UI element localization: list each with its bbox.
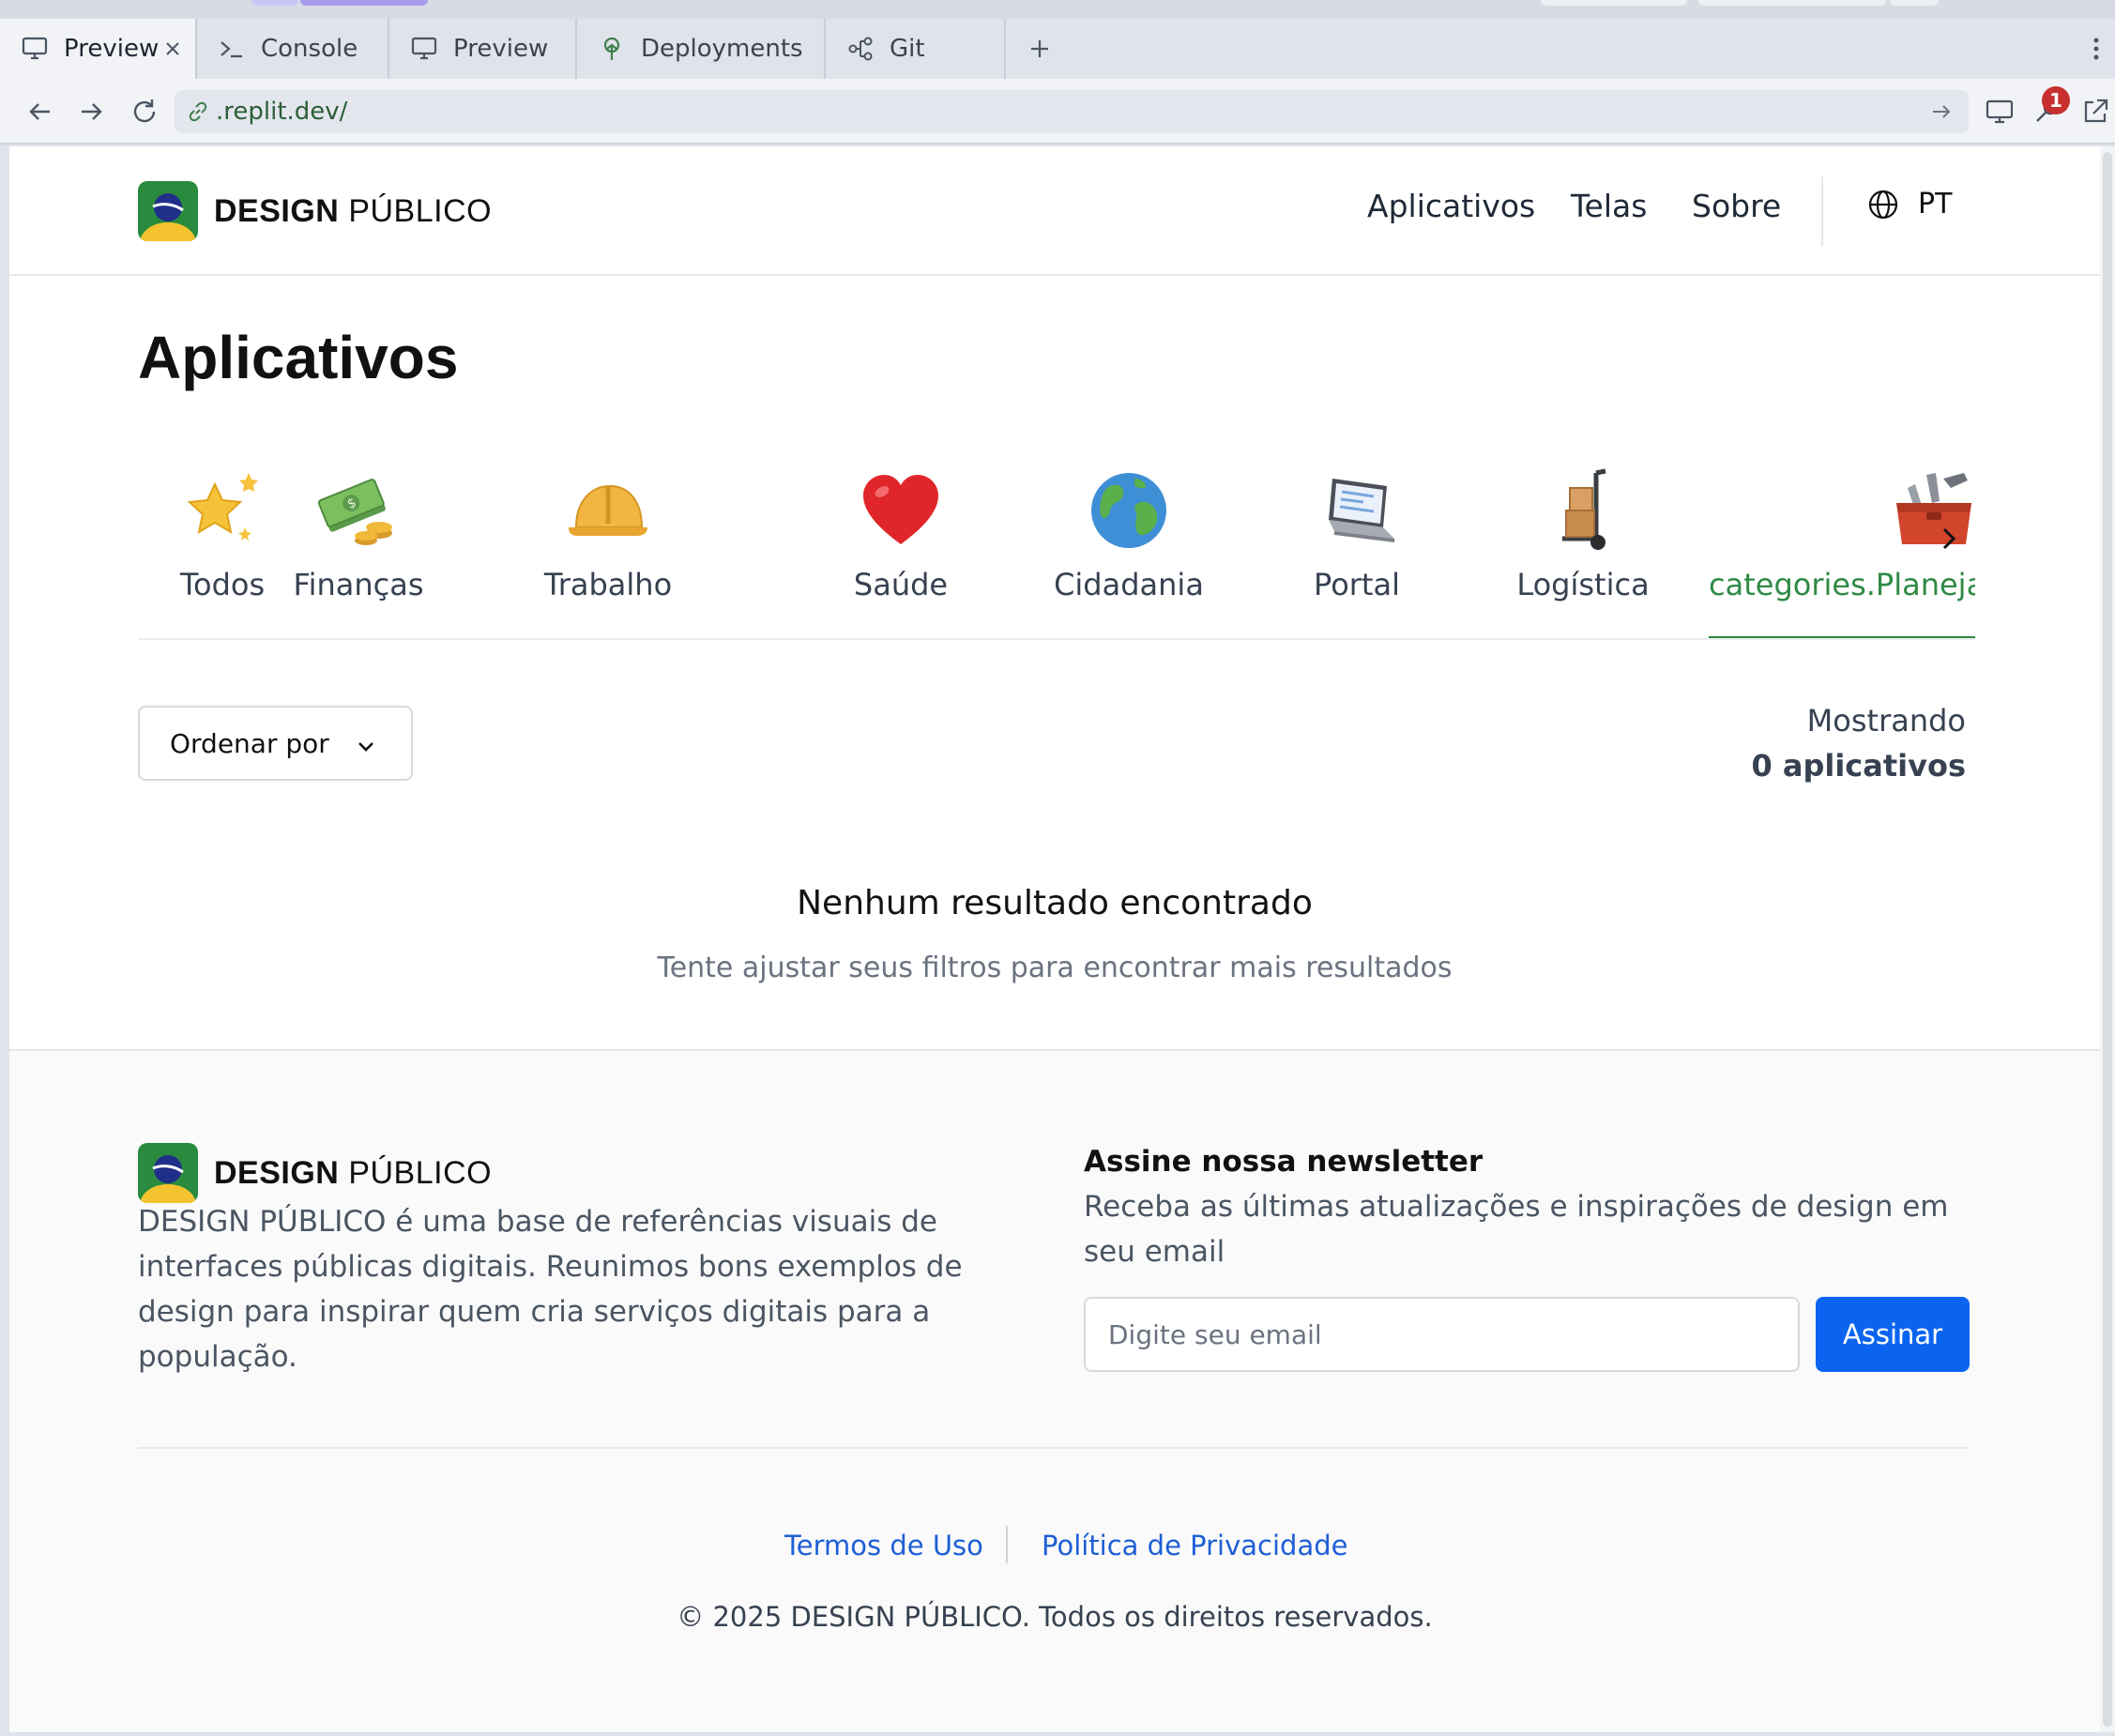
laptop-icon — [1329, 479, 1394, 542]
nav-item-telas[interactable]: Telas — [1571, 188, 1647, 224]
language-code: PT — [1918, 188, 1953, 221]
subscribe-button[interactable]: Assinar — [1816, 1297, 1970, 1372]
globe-icon — [1867, 189, 1899, 221]
category-tab-financas[interactable]: $ Finanças — [274, 456, 443, 638]
globe-icon — [1091, 473, 1166, 548]
tab-preview[interactable]: Preview — [0, 19, 197, 79]
sort-label: Ordenar por — [170, 727, 329, 759]
open-external-icon[interactable] — [2077, 94, 2113, 129]
copyright: © 2025 DESIGN PÚBLICO. Todos os direitos… — [677, 1601, 1433, 1633]
terminal-icon — [218, 35, 246, 63]
language-selector[interactable]: PT — [1867, 188, 1952, 221]
category-label: categories.Planejamento — [1709, 567, 1975, 602]
address-bar-row: .replit.dev/ — [0, 79, 2115, 145]
hand-truck-icon — [1562, 468, 1606, 550]
strip-decoration — [1698, 0, 1886, 6]
page-viewport: DESIGN PÚBLICO Aplicativos Telas Sobre P… — [9, 146, 2100, 1732]
nav-item-sobre[interactable]: Sobre — [1692, 188, 1781, 224]
category-label: Saúde — [853, 567, 949, 602]
category-label: Cidadania — [1054, 567, 1204, 602]
devices-icon[interactable] — [1982, 94, 2017, 129]
brazil-flag-logo-icon — [138, 1143, 198, 1203]
link-divider — [1006, 1526, 1008, 1563]
tab-label: Console — [261, 35, 358, 63]
helmet-icon — [569, 484, 647, 536]
more-options-icon[interactable] — [2087, 32, 2106, 66]
chevron-down-icon — [355, 734, 377, 756]
strip-decoration — [1541, 0, 1687, 6]
category-tab-logistica[interactable]: Logística — [1484, 456, 1681, 638]
privacy-link[interactable]: Política de Privacidade — [1042, 1530, 1347, 1561]
terms-link[interactable]: Termos de Uso — [784, 1530, 983, 1561]
git-icon — [846, 35, 875, 63]
category-label: Trabalho — [543, 567, 673, 602]
tab-label: Git — [890, 35, 925, 63]
strip-decoration — [1890, 0, 1939, 6]
page-scrollbar[interactable] — [2100, 146, 2115, 1732]
reload-icon[interactable] — [127, 94, 162, 129]
tab-git[interactable]: Git — [826, 19, 1006, 79]
url-text: .replit.dev/ — [216, 98, 348, 126]
page-title: Aplicativos — [138, 324, 459, 391]
notification-badge: 1 — [2042, 86, 2070, 114]
back-arrow-icon[interactable] — [23, 94, 58, 129]
category-tab-cidadania[interactable]: Cidadania — [1044, 456, 1213, 638]
tab-preview-2[interactable]: Preview — [389, 19, 577, 79]
footer-logo[interactable]: DESIGN PÚBLICO — [138, 1143, 492, 1203]
category-label: Portal — [1314, 567, 1400, 602]
money-icon: $ — [317, 479, 392, 545]
category-tab-trabalho[interactable]: Trabalho — [495, 456, 721, 638]
url-field[interactable]: .replit.dev/ — [175, 90, 1969, 133]
newsletter-title: Assine nossa newsletter — [1084, 1145, 1484, 1179]
forward-arrow-icon[interactable] — [73, 94, 109, 129]
header-divider — [1821, 176, 1823, 246]
window-top-strip — [0, 0, 2115, 19]
link-icon — [186, 99, 210, 124]
site-footer: DESIGN PÚBLICO DESIGN PÚBLICO é uma base… — [9, 1051, 2100, 1732]
brazil-flag-logo-icon — [138, 181, 198, 241]
email-field[interactable] — [1084, 1297, 1800, 1372]
scrollbar-thumb[interactable] — [2103, 152, 2112, 1727]
tab-console[interactable]: Console — [197, 19, 389, 79]
strip-decoration — [300, 0, 428, 6]
new-tab-plus-icon[interactable] — [1023, 32, 1057, 66]
tab-label: Preview — [64, 35, 160, 63]
chevron-right-icon[interactable] — [1930, 520, 1968, 557]
deploy-icon — [598, 35, 626, 63]
results-count: Mostrando 0 aplicativos — [1751, 698, 1966, 788]
strip-decoration — [251, 0, 298, 6]
heart-icon — [863, 475, 938, 544]
empty-state-text: Tente ajustar seus filtros para encontra… — [657, 952, 1453, 984]
nav-item-aplicativos[interactable]: Aplicativos — [1367, 188, 1535, 224]
footer-description: DESIGN PÚBLICO é uma base de referências… — [138, 1205, 963, 1374]
go-arrow-icon[interactable] — [1929, 99, 1954, 124]
category-label: Finanças — [293, 567, 424, 602]
showing-label: Mostrando — [1806, 703, 1966, 739]
logo-text: DESIGN PÚBLICO — [214, 1154, 493, 1191]
empty-state-title: Nenhum resultado encontrado — [797, 884, 1313, 922]
sort-dropdown[interactable]: Ordenar por — [138, 706, 413, 781]
tab-deployments[interactable]: Deployments — [577, 19, 826, 79]
showing-count: 0 aplicativos — [1751, 748, 1966, 784]
tab-bar: Preview Console Preview Deployments Git — [0, 19, 2115, 79]
tab-label: Deployments — [641, 35, 803, 63]
category-tab-saude[interactable]: Saúde — [816, 456, 985, 638]
tab-label: Preview — [453, 35, 549, 63]
category-tab-portal[interactable]: Portal — [1272, 456, 1441, 638]
category-tabs: Todos $ Finanças Trabalho Saúde Cidadani… — [138, 456, 1975, 640]
site-logo[interactable]: DESIGN PÚBLICO — [138, 181, 492, 241]
footer-separator — [138, 1447, 1970, 1449]
category-label: Logística — [1516, 567, 1650, 602]
close-icon[interactable] — [160, 36, 186, 62]
site-header: DESIGN PÚBLICO Aplicativos Telas Sobre P… — [9, 146, 2100, 276]
monitor-icon — [410, 35, 438, 63]
logo-text: DESIGN PÚBLICO — [214, 192, 493, 229]
newsletter-description: Receba as últimas atualizações e inspira… — [1084, 1190, 1949, 1269]
star-icon — [187, 473, 258, 541]
active-tab-indicator — [1709, 636, 1975, 638]
monitor-icon — [21, 35, 49, 63]
